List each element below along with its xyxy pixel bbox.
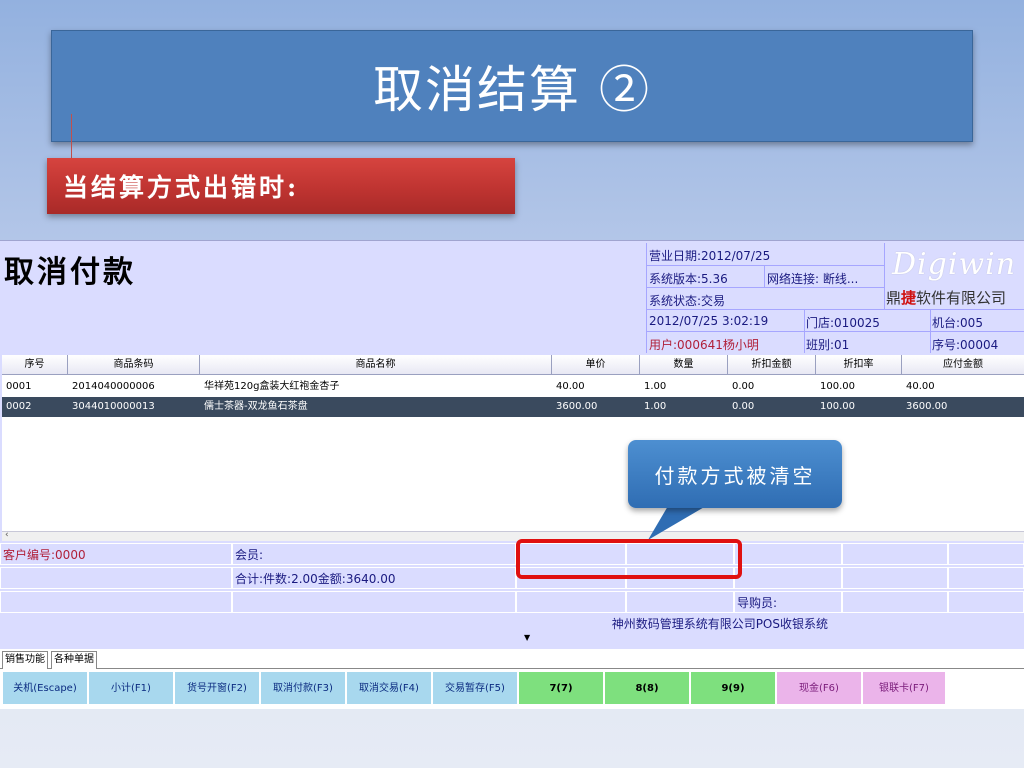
item-lookup-button[interactable]: 货号开窗(F2): [174, 671, 260, 705]
logo-company-b: 捷: [901, 289, 917, 307]
cell-payable: 3600.00: [906, 401, 948, 412]
user-info: 用户:000641杨小明: [649, 338, 759, 352]
cell-barcode: 3044010000013: [72, 401, 155, 412]
datetime: 2012/07/25 3:02:19: [649, 314, 769, 328]
cell-price: 40.00: [556, 381, 585, 392]
logo-script: Digiwin: [892, 247, 1017, 282]
callout-note: 付款方式被清空: [628, 440, 842, 508]
info-divider: [804, 309, 805, 353]
column-header[interactable]: 数量: [640, 355, 728, 375]
cell-payable: 40.00: [906, 381, 935, 392]
summary-cell: [948, 567, 1024, 589]
subtotal-button[interactable]: 小计(F1): [88, 671, 174, 705]
summary-cell: [626, 591, 734, 613]
pos-window: 取消付款 营业日期:2012/07/25 系统版本:5.36 网络连接: 断线.…: [0, 240, 1024, 709]
table-row-selected[interactable]: 0002 3044010000013 儒士茶器-双龙鱼石茶盘 3600.00 1…: [2, 397, 1024, 417]
info-divider: [646, 287, 884, 288]
slide-title: 取消结算 ②: [51, 30, 973, 142]
info-divider: [646, 243, 647, 353]
key-9-button[interactable]: 9(9): [690, 671, 776, 705]
cell-discount: 0.00: [732, 381, 755, 392]
cell-name: 儒士茶器-双龙鱼石茶盘: [204, 401, 308, 412]
sequence-no: 序号:00004: [932, 338, 999, 352]
summary-cell: [0, 567, 232, 589]
summary-cell: [516, 591, 626, 613]
customer-number: 客户编号:0000: [0, 543, 232, 565]
cancel-transaction-button[interactable]: 取消交易(F4): [346, 671, 432, 705]
cell-price: 3600.00: [556, 401, 598, 412]
column-header[interactable]: 单价: [552, 355, 640, 375]
column-header[interactable]: 序号: [2, 355, 68, 375]
summary-cell: [734, 567, 842, 589]
item-table[interactable]: 序号 商品条码 商品名称 单价 数量 折扣金额 折扣率 应付金额 0001 20…: [2, 355, 1024, 531]
table-header: 序号 商品条码 商品名称 单价 数量 折扣金额 折扣率 应付金额: [2, 355, 1024, 375]
system-version: 系统版本:5.36: [649, 272, 728, 286]
guide-field[interactable]: 导购员:: [734, 591, 842, 613]
column-header[interactable]: 折扣金额: [728, 355, 816, 375]
member-field[interactable]: 会员:: [232, 543, 516, 565]
cancel-payment-button[interactable]: 取消付款(F3): [260, 671, 346, 705]
system-status: 系统状态:交易: [649, 294, 726, 308]
shutdown-button[interactable]: 关机(Escape): [2, 671, 88, 705]
column-header[interactable]: 商品条码: [68, 355, 200, 375]
network-status: 网络连接: 断线...: [767, 272, 859, 286]
column-header[interactable]: 商品名称: [200, 355, 552, 375]
tab-sales[interactable]: 销售功能: [2, 651, 48, 669]
column-header[interactable]: 折扣率: [816, 355, 902, 375]
accent-line: [71, 114, 72, 160]
business-date: 营业日期:2012/07/25: [649, 249, 771, 263]
summary-cell: [842, 591, 948, 613]
hold-transaction-button[interactable]: 交易暂存(F5): [432, 671, 518, 705]
info-divider: [646, 309, 1024, 310]
tab-documents[interactable]: 各种单据: [51, 651, 97, 669]
key-8-button[interactable]: 8(8): [604, 671, 690, 705]
expand-arrow-icon[interactable]: ▼: [524, 633, 530, 642]
horizontal-scrollbar[interactable]: ‹: [2, 530, 1024, 541]
function-buttons: 关机(Escape) 小计(F1) 货号开窗(F2) 取消付款(F3) 取消交易…: [0, 669, 1024, 709]
table-row[interactable]: 0001 2014040000006 华祥苑120g盒装大红袍金杏子 40.00…: [2, 377, 1024, 397]
slide-subtitle: 当结算方式出错时:: [47, 158, 515, 214]
logo-company-c: 软件有限公司: [916, 289, 1007, 307]
info-divider: [930, 309, 931, 353]
key-7-button[interactable]: 7(7): [518, 671, 604, 705]
cell-name: 华祥苑120g盒装大红袍金杏子: [204, 381, 340, 392]
cell-rate: 100.00: [820, 401, 855, 412]
summary-cell: [948, 543, 1024, 565]
cell-seq: 0002: [6, 401, 32, 412]
store-code: 门店:010025: [806, 316, 880, 330]
unionpay-button[interactable]: 银联卡(F7): [862, 671, 946, 705]
cash-button[interactable]: 现金(F6): [776, 671, 862, 705]
summary-cell: [734, 543, 842, 565]
summary-cell: [0, 591, 232, 613]
cell-rate: 100.00: [820, 381, 855, 392]
scroll-left-icon[interactable]: ‹: [5, 530, 9, 540]
column-header[interactable]: 应付金额: [902, 355, 1024, 375]
cell-qty: 1.00: [644, 381, 667, 392]
summary-cell: [842, 567, 948, 589]
cell-qty: 1.00: [644, 401, 667, 412]
totals-display: 合计:件数:2.00金额:3640.00: [232, 567, 516, 589]
summary-cell: [232, 591, 516, 613]
screen-title: 取消付款: [4, 255, 136, 290]
summary-cell: [948, 591, 1024, 613]
shift-info: 班别:01: [806, 338, 850, 352]
logo-company-a: 鼎: [886, 289, 902, 307]
machine-code: 机台:005: [932, 316, 983, 330]
status-company: 神州数码管理系统有限公司POS收银系统: [611, 617, 828, 631]
cell-barcode: 2014040000006: [72, 381, 155, 392]
info-divider: [764, 265, 765, 287]
info-divider: [646, 265, 884, 266]
cell-seq: 0001: [6, 381, 32, 392]
cell-discount: 0.00: [732, 401, 755, 412]
logo-company: 鼎捷软件有限公司: [886, 287, 1006, 308]
company-logo: Digiwin 鼎捷软件有限公司: [884, 243, 1024, 309]
info-divider: [646, 331, 1024, 332]
highlight-rectangle: [516, 539, 742, 579]
summary-cell: [842, 543, 948, 565]
function-tabs: 销售功能 各种单据: [0, 649, 1024, 669]
